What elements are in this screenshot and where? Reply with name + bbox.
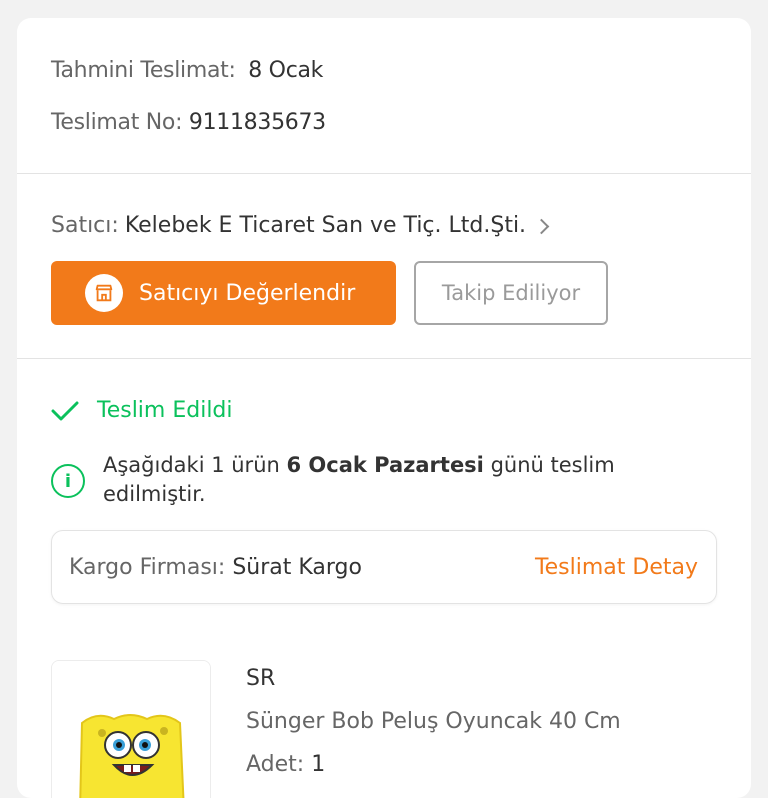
seller-label: Satıcı: — [51, 213, 119, 238]
estimated-delivery-label: Tahmini Teslimat: — [51, 58, 236, 83]
cargo-box: Kargo Firması: Sürat Kargo Teslimat Deta… — [51, 530, 717, 604]
check-icon — [51, 400, 79, 422]
product-quantity: Adet: 1 — [246, 752, 325, 777]
product-name[interactable]: Sünger Bob Peluş Oyuncak 40 Cm — [246, 709, 621, 734]
chevron-right-icon — [533, 218, 550, 234]
delivery-info-text: Aşağıdaki 1 ürün 6 Ocak Pazartesi günü t… — [103, 451, 691, 509]
cargo-info: Kargo Firması: Sürat Kargo — [69, 555, 362, 580]
estimated-delivery: Tahmini Teslimat: 8 Ocak — [51, 58, 323, 83]
delivery-section: Tahmini Teslimat: 8 Ocak Teslimat No: 91… — [17, 18, 751, 174]
status-text: Teslim Edildi — [97, 398, 233, 423]
cargo-company: Sürat Kargo — [232, 554, 362, 580]
delivery-number-label: Teslimat No: — [51, 110, 183, 135]
seller-name: Kelebek E Ticaret San ve Tiç. Ltd.Şti. — [124, 213, 527, 238]
cargo-label: Kargo Firması: — [69, 554, 226, 580]
product-image[interactable] — [51, 660, 211, 798]
quantity-value: 1 — [311, 752, 326, 777]
estimated-delivery-value: 8 Ocak — [248, 58, 324, 83]
seller-link[interactable]: Satıcı: Kelebek E Ticaret San ve Tiç. Lt… — [51, 213, 550, 238]
order-card: Tahmini Teslimat: 8 Ocak Teslimat No: 91… — [17, 18, 751, 798]
quantity-label: Adet: — [246, 752, 305, 777]
follow-button-label: Takip Ediliyor — [441, 281, 581, 305]
rate-seller-label: Satıcıyı Değerlendir — [139, 280, 356, 306]
delivery-status: Teslim Edildi — [51, 398, 233, 423]
product-brand: SR — [246, 666, 276, 691]
store-icon — [85, 274, 123, 312]
follow-button[interactable]: Takip Ediliyor — [414, 261, 608, 325]
delivery-info: i Aşağıdaki 1 ürün 6 Ocak Pazartesi günü… — [51, 451, 691, 509]
delivery-number-value: 9111835673 — [188, 110, 326, 135]
info-icon: i — [51, 464, 85, 498]
info-date: 6 Ocak Pazartesi — [286, 453, 484, 477]
delivery-detail-link[interactable]: Teslimat Detay — [535, 555, 698, 580]
delivery-number: Teslimat No: 9111835673 — [51, 110, 326, 135]
rate-seller-button[interactable]: Satıcıyı Değerlendir — [51, 261, 396, 325]
info-prefix: Aşağıdaki 1 ürün — [103, 453, 287, 477]
